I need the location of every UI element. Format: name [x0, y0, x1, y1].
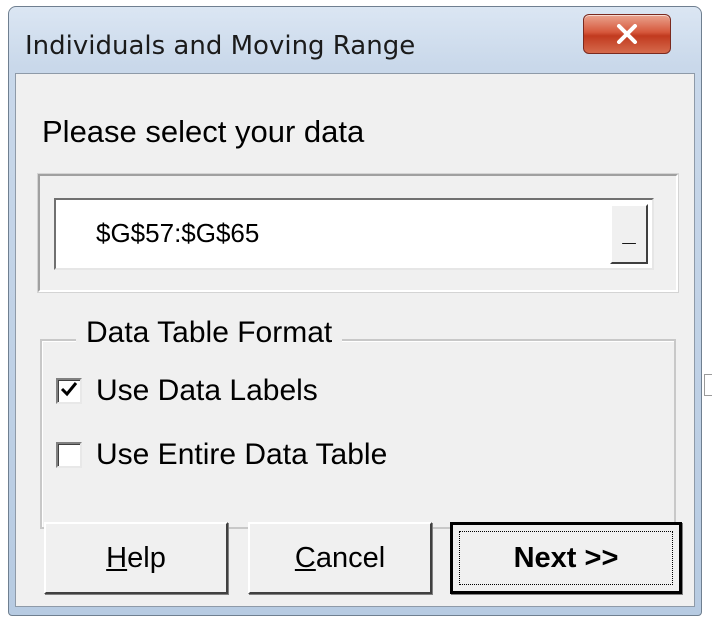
next-button[interactable]: Next >> — [450, 522, 682, 594]
checkmark-icon — [60, 381, 78, 402]
cancel-button-label: Cancel — [294, 541, 386, 574]
use-entire-data-table-label: Use Entire Data Table — [96, 438, 388, 471]
cancel-button[interactable]: Cancel — [248, 522, 432, 594]
use-entire-data-table-checkbox[interactable] — [56, 442, 82, 468]
use-entire-data-table-option[interactable]: Use Entire Data Table — [56, 438, 387, 472]
side-handle — [704, 374, 712, 396]
prompt-label: Please select your data — [42, 114, 365, 149]
use-data-labels-label: Use Data Labels — [96, 374, 318, 407]
close-button[interactable] — [583, 14, 671, 54]
dialog-body: Please select your data $G$57:$G$65 _ Da… — [15, 73, 712, 607]
group-legend: Data Table Format — [76, 316, 343, 350]
data-table-format-group — [40, 339, 676, 529]
close-icon — [616, 24, 638, 44]
range-value[interactable]: $G$57:$G$65 — [96, 218, 259, 249]
range-picker-button[interactable]: _ — [610, 204, 648, 264]
use-data-labels-checkbox[interactable] — [56, 378, 82, 404]
help-button-label: Help — [106, 541, 166, 574]
help-button[interactable]: Help — [44, 522, 228, 594]
focus-rect — [459, 531, 673, 585]
window-title: Individuals and Moving Range — [25, 31, 416, 61]
dialog-window: Individuals and Moving Range Please sele… — [8, 6, 712, 616]
range-input[interactable]: $G$57:$G$65 _ — [54, 198, 654, 270]
use-data-labels-option[interactable]: Use Data Labels — [56, 374, 318, 408]
